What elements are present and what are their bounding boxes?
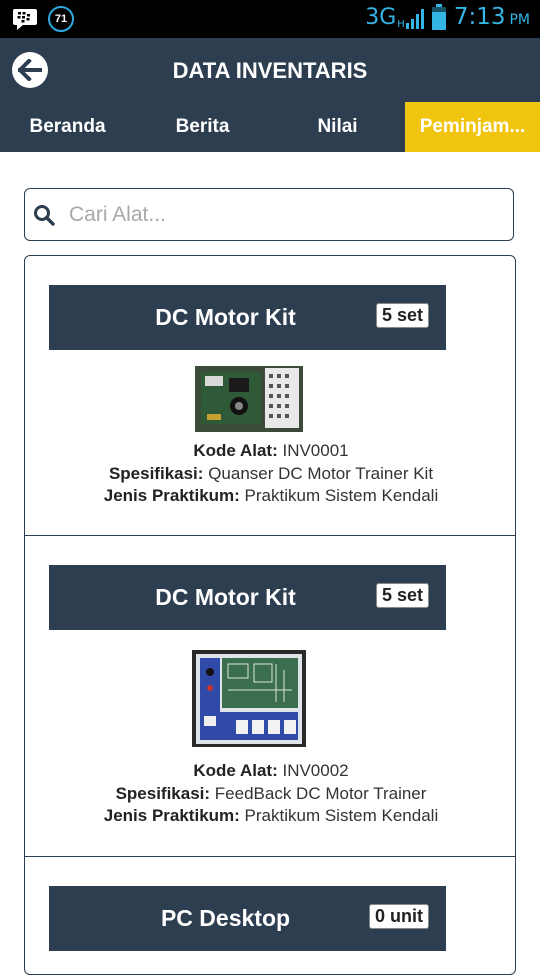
quantity-badge: 0 unit <box>368 903 430 930</box>
quantity-badge: 5 set <box>374 302 430 329</box>
tab-nilai[interactable]: Nilai <box>270 102 405 152</box>
search-box <box>24 188 514 241</box>
app-bar: DATA INVENTARIS <box>0 38 540 102</box>
item-header: DC Motor Kit 5 set <box>49 285 446 350</box>
spesifikasi-value: FeedBack DC Motor Trainer <box>214 783 427 803</box>
tab-berita[interactable]: Berita <box>135 102 270 152</box>
item-header: DC Motor Kit 5 set <box>49 565 446 630</box>
network-sub: H <box>397 18 405 30</box>
item-header: PC Desktop 0 unit <box>49 886 446 951</box>
network-indicator: 3G H <box>365 5 424 30</box>
kode-value: INV0001 <box>282 441 349 460</box>
item-name: DC Motor Kit <box>155 304 296 330</box>
signal-icon <box>405 8 424 29</box>
quantity-badge: 5 set <box>374 582 430 609</box>
clock-time: 7:13 <box>453 4 506 30</box>
tab-peminjaman[interactable]: Peminjam... <box>405 102 540 152</box>
list-item[interactable]: DC Motor Kit 5 set Kode Alat: INV0002 Sp… <box>25 536 515 857</box>
tab-beranda[interactable]: Beranda <box>0 102 135 152</box>
item-details: Kode Alat: INV0002 Spesifikasi: FeedBack… <box>25 760 515 828</box>
jenis-label: Jenis Praktikum: <box>103 806 240 825</box>
item-image <box>195 366 303 432</box>
status-clock: 7:13 PM <box>454 4 530 30</box>
list-item[interactable]: PC Desktop 0 unit <box>25 857 515 974</box>
battery-icon <box>431 4 446 30</box>
tab-bar: Beranda Berita Nilai Peminjam... <box>0 102 540 152</box>
network-type: 3G <box>365 4 397 30</box>
status-bar: 71 3G H 7:13 PM <box>0 0 540 38</box>
bbm-icon <box>12 7 38 31</box>
search-input[interactable] <box>67 201 471 228</box>
spesifikasi-label: Spesifikasi: <box>115 783 211 803</box>
item-name: DC Motor Kit <box>155 584 296 610</box>
item-image <box>192 650 306 747</box>
spesifikasi-label: Spesifikasi: <box>108 463 204 483</box>
kode-value: INV0002 <box>282 761 349 780</box>
search-icon <box>34 204 55 226</box>
kode-label: Kode Alat: <box>193 761 278 780</box>
spesifikasi-value: Quanser DC Motor Trainer Kit <box>208 463 434 483</box>
jenis-label: Jenis Praktikum: <box>103 486 240 505</box>
clock-ampm: PM <box>509 12 530 28</box>
item-details: Kode Alat: INV0001 Spesifikasi: Quanser … <box>25 440 515 508</box>
jenis-value: Praktikum Sistem Kendali <box>244 486 439 505</box>
kode-label: Kode Alat: <box>193 441 278 460</box>
inventory-list[interactable]: DC Motor Kit 5 set Kode Alat: INV0001 Sp… <box>24 255 516 975</box>
page-title: DATA INVENTARIS <box>172 58 368 83</box>
list-item[interactable]: DC Motor Kit 5 set Kode Alat: INV0001 Sp… <box>25 256 515 536</box>
jenis-value: Praktikum Sistem Kendali <box>244 806 439 825</box>
item-name: PC Desktop <box>160 905 291 931</box>
notification-badge: 71 <box>48 6 74 32</box>
